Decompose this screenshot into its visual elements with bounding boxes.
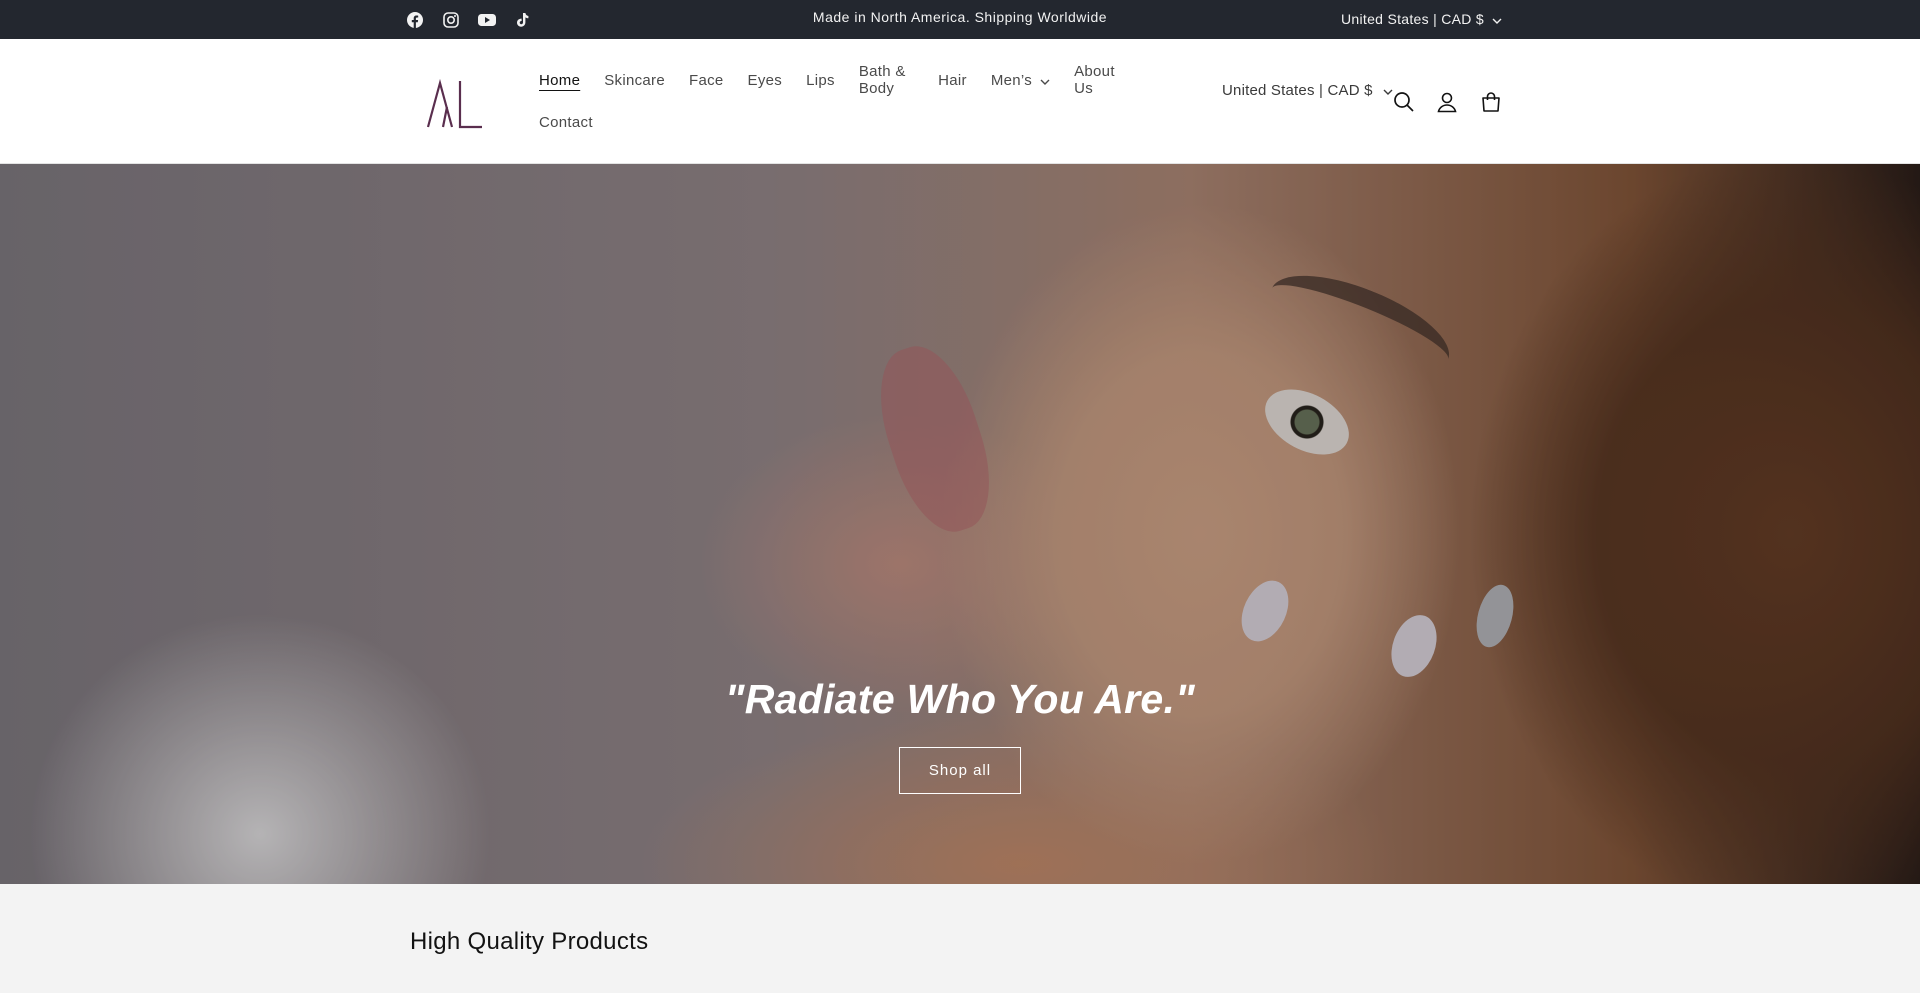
tiktok-icon[interactable] <box>513 10 533 30</box>
announcement-text-wrap: Made in North America. Shipping Worldwid… <box>0 0 1920 35</box>
logo[interactable] <box>424 77 484 129</box>
youtube-icon[interactable] <box>477 10 497 30</box>
shop-all-button[interactable]: Shop all <box>899 747 1021 794</box>
hero-banner: "Radiate Who You Are." Shop all <box>0 164 1920 884</box>
nav-item-lips[interactable]: Lips <box>806 72 835 89</box>
localization-label: United States | CAD $ <box>1341 10 1484 27</box>
localization-selector-header[interactable]: United States | CAD $ <box>1222 80 1393 100</box>
section-title: High Quality Products <box>410 928 649 955</box>
nav-item-mens-label: Men’s <box>990 71 1033 89</box>
social-links <box>405 0 533 39</box>
announcement-text: Made in North America. Shipping Worldwid… <box>812 9 1108 25</box>
site-header: Home Skincare Face Eyes Lips Bath & Body… <box>0 39 1920 164</box>
nav-item-home[interactable]: Home <box>539 72 580 89</box>
search-icon[interactable] <box>1391 89 1417 115</box>
nav-item-mens[interactable]: Men’s <box>991 72 1050 89</box>
facebook-icon[interactable] <box>405 10 425 30</box>
main-nav: Home Skincare Face Eyes Lips Bath & Body… <box>539 59 1139 143</box>
nav-item-face[interactable]: Face <box>689 72 724 89</box>
nav-item-skincare[interactable]: Skincare <box>604 72 665 89</box>
account-icon[interactable] <box>1434 89 1460 115</box>
nav-item-contact[interactable]: Contact <box>539 114 593 131</box>
instagram-icon[interactable] <box>441 10 461 30</box>
announcement-bar: Made in North America. Shipping Worldwid… <box>0 0 1920 39</box>
nav-item-about-us[interactable]: About Us <box>1074 63 1115 97</box>
chevron-down-icon <box>1040 72 1050 89</box>
nav-item-bath-body[interactable]: Bath & Body <box>859 63 914 97</box>
localization-selector-top[interactable]: United States | CAD $ <box>1341 0 1502 37</box>
nav-item-eyes[interactable]: Eyes <box>748 72 783 89</box>
hero-title: "Radiate Who You Are." <box>725 676 1195 722</box>
featured-section: High Quality Products <box>0 884 1920 993</box>
cart-icon[interactable] <box>1478 89 1504 115</box>
chevron-down-icon <box>1492 11 1502 27</box>
localization-label: United States | CAD $ <box>1222 81 1373 99</box>
nav-item-hair[interactable]: Hair <box>938 72 967 89</box>
